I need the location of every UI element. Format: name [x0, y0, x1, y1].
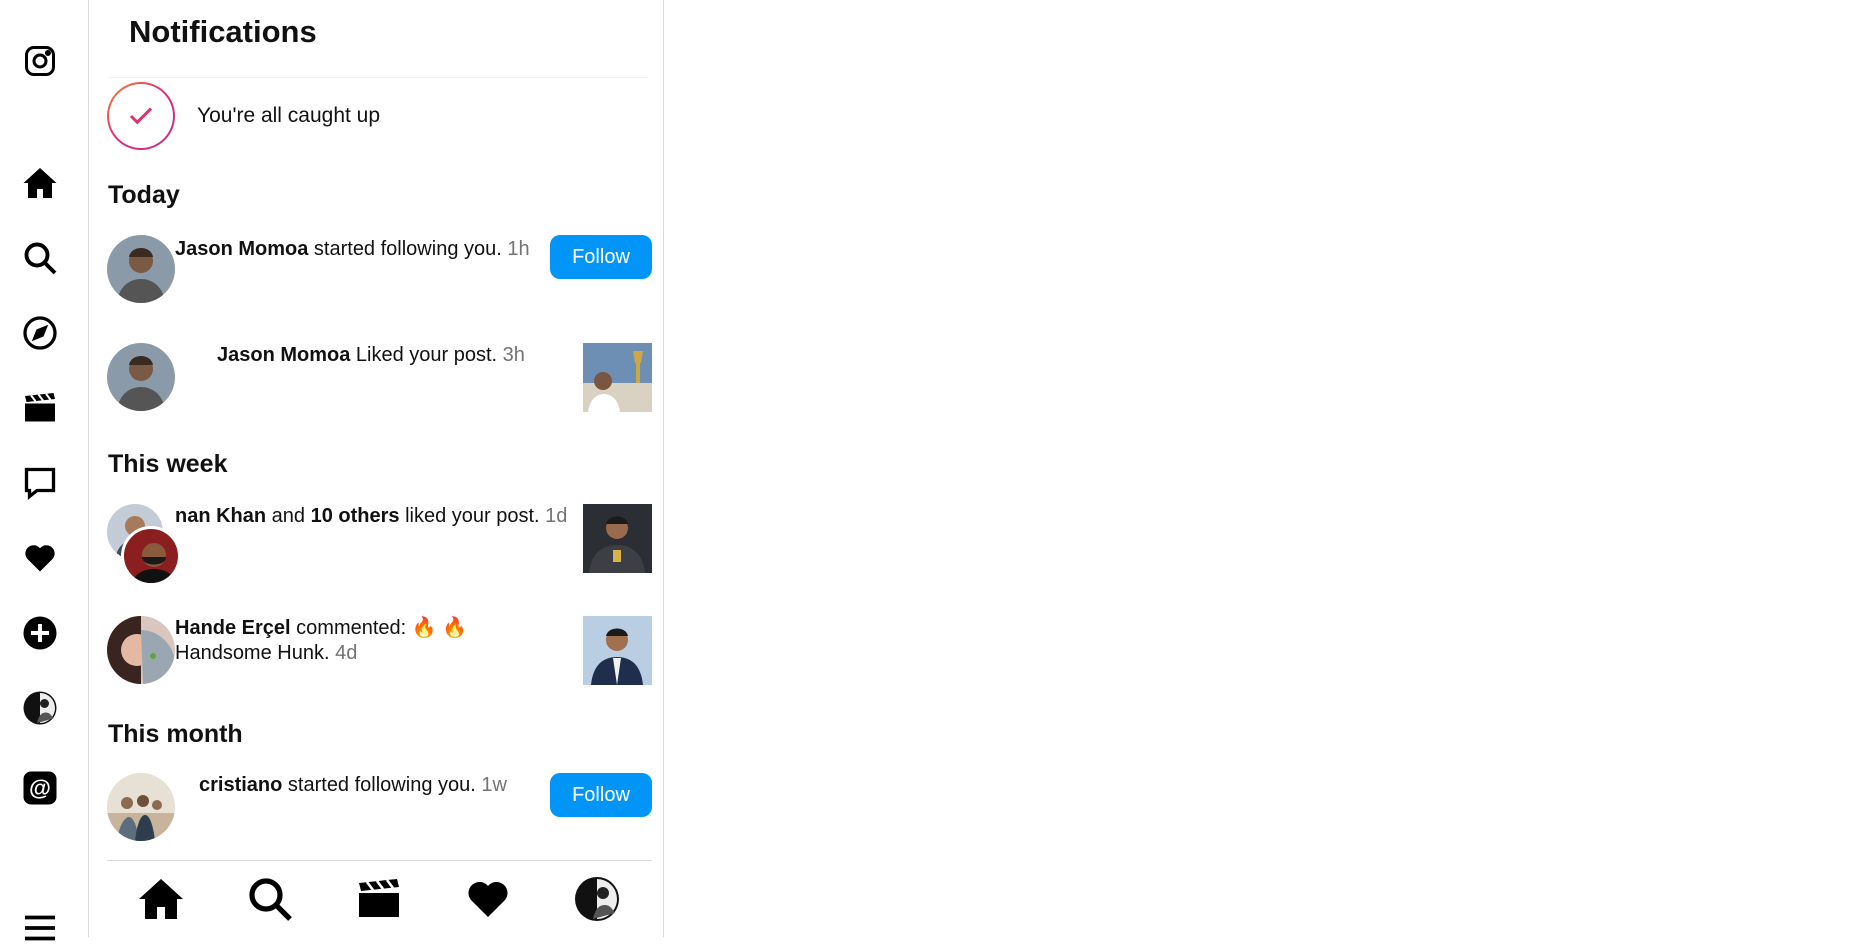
notification-row[interactable]: Jason Momoa Liked your post. 3h [107, 343, 652, 415]
timestamp: 1d [545, 505, 568, 527]
caught-up-ring [107, 82, 175, 150]
notification-text: Jason Momoa started following you. 1h [175, 238, 530, 260]
section-today: Today [108, 181, 180, 209]
menu-hamburger-icon[interactable] [20, 908, 60, 948]
create-plus-icon[interactable] [20, 613, 60, 653]
post-thumbnail[interactable] [583, 616, 652, 685]
notification-text: Hande Erçel commented: 🔥 🔥 Handsome Hunk.… [175, 617, 468, 664]
username-link[interactable]: Jason Momoa [175, 238, 308, 260]
explore-compass-icon[interactable] [20, 313, 60, 353]
page-title: Notifications [129, 14, 317, 49]
notification-row[interactable]: Jason Momoa started following you. 1h Fo… [107, 235, 652, 307]
section-this-month: This month [108, 720, 243, 748]
user-avatar[interactable] [107, 616, 175, 684]
search-icon[interactable] [20, 238, 60, 278]
user-avatar-front[interactable] [121, 526, 181, 586]
search-icon[interactable] [244, 873, 296, 925]
profile-avatar[interactable] [20, 688, 60, 728]
threads-icon[interactable]: @ [20, 768, 60, 808]
notification-row[interactable]: Hande Erçel commented: 🔥 🔥 Handsome Hunk.… [107, 616, 652, 688]
divider [109, 77, 648, 78]
username-link[interactable]: cristiano [199, 774, 282, 796]
svg-text:@: @ [29, 776, 51, 801]
user-avatar[interactable] [107, 773, 175, 841]
caught-up-banner: You're all caught up [107, 82, 380, 150]
instagram-logo-icon[interactable] [20, 41, 60, 81]
reels-icon[interactable] [20, 388, 60, 428]
fire-emoji: 🔥 🔥 [411, 617, 468, 639]
notification-text: cristiano started following you. 1w [199, 774, 507, 796]
others-link[interactable]: 10 others [311, 505, 400, 527]
profile-avatar[interactable] [571, 873, 623, 925]
notification-text: Jason Momoa Liked your post. 3h [217, 344, 525, 366]
left-sidebar: @ [0, 0, 89, 941]
heart-icon[interactable] [462, 873, 514, 925]
timestamp: 1w [481, 774, 507, 796]
follow-button[interactable]: Follow [550, 773, 652, 817]
caught-up-text: You're all caught up [197, 104, 381, 127]
messages-icon[interactable] [20, 463, 60, 503]
user-avatar[interactable] [107, 235, 175, 303]
bottom-nav [107, 860, 652, 937]
checkmark-icon [129, 107, 153, 125]
username-link[interactable]: Hande Erçel [175, 617, 291, 639]
timestamp: 4d [335, 642, 358, 664]
timestamp: 1h [507, 238, 530, 260]
home-icon[interactable] [135, 873, 187, 925]
timestamp: 3h [502, 344, 525, 366]
post-thumbnail[interactable] [583, 343, 652, 412]
home-icon[interactable] [20, 163, 60, 203]
post-thumbnail[interactable] [583, 504, 652, 573]
notifications-panel: Notifications You're all caught up Today… [89, 0, 664, 937]
heart-icon[interactable] [20, 538, 60, 578]
section-this-week: This week [108, 450, 228, 478]
notification-row[interactable]: cristiano started following you. 1w Foll… [107, 773, 652, 845]
user-avatar[interactable] [107, 343, 175, 411]
username-link[interactable]: nan Khan [175, 505, 266, 527]
notification-text: nan Khan and 10 others liked your post. … [175, 504, 568, 529]
reels-icon[interactable] [353, 873, 405, 925]
notification-row[interactable]: nan Khan and 10 others liked your post. … [107, 504, 652, 586]
follow-button[interactable]: Follow [550, 235, 652, 279]
username-link[interactable]: Jason Momoa [217, 344, 350, 366]
